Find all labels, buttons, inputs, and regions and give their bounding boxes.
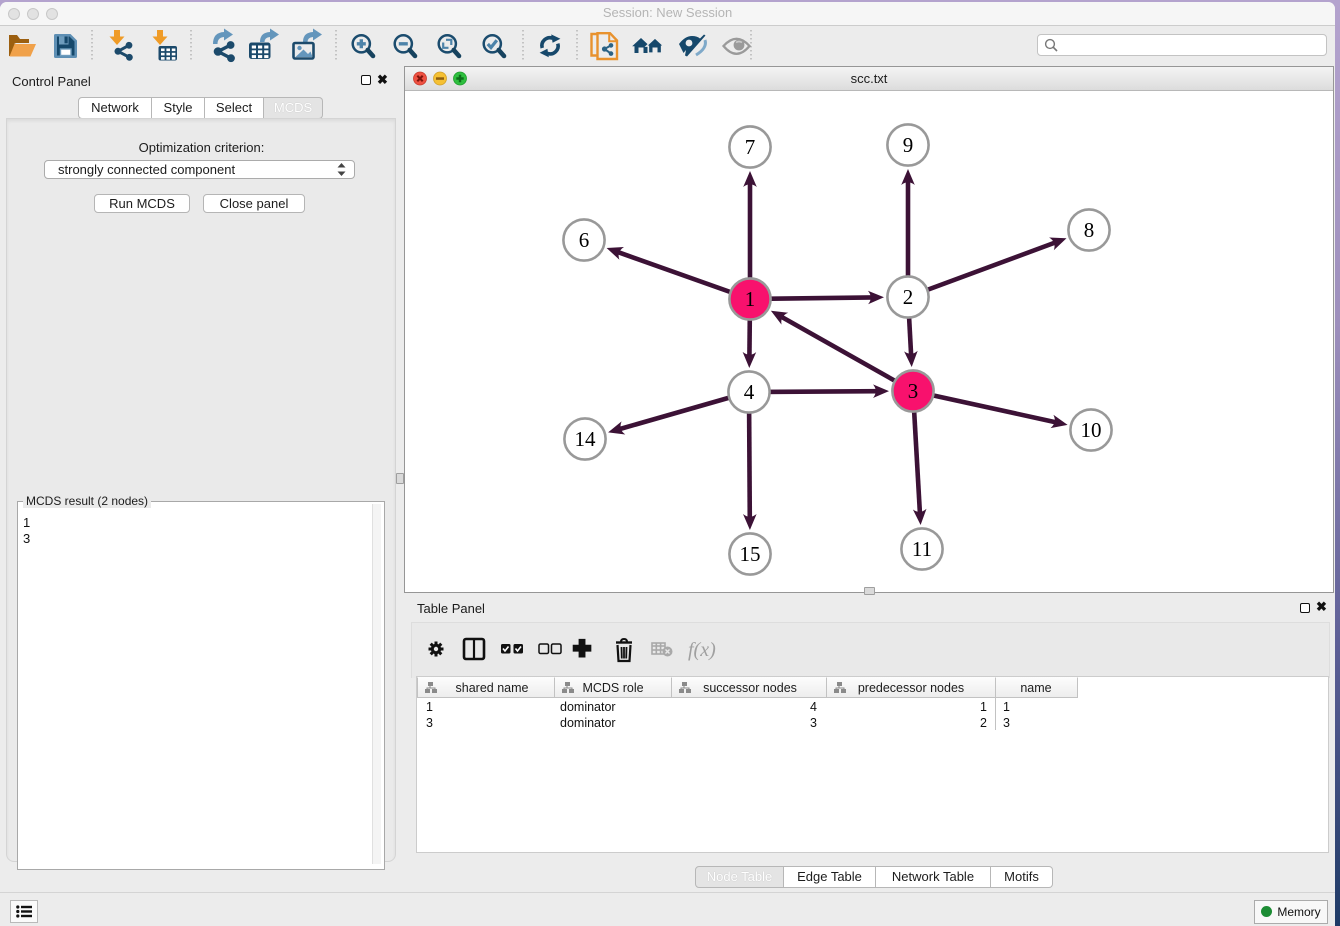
svg-text:3: 3: [426, 716, 433, 730]
svg-text:6: 6: [579, 228, 590, 252]
svg-text:11: 11: [912, 537, 932, 561]
svg-text:4: 4: [810, 700, 817, 714]
svg-text:9: 9: [903, 133, 914, 157]
svg-text:dominator: dominator: [560, 716, 616, 730]
svg-text:10: 10: [1081, 418, 1102, 442]
svg-text:2: 2: [903, 285, 914, 309]
svg-text:15: 15: [740, 542, 761, 566]
svg-text:successor nodes: successor nodes: [703, 681, 797, 695]
svg-text:name: name: [1020, 681, 1051, 695]
svg-text:7: 7: [745, 135, 756, 159]
svg-text:shared name: shared name: [456, 681, 529, 695]
svg-text:predecessor nodes: predecessor nodes: [858, 681, 964, 695]
svg-text:1: 1: [980, 700, 987, 714]
svg-text:MCDS role: MCDS role: [582, 681, 643, 695]
svg-text:4: 4: [744, 380, 755, 404]
svg-text:dominator: dominator: [560, 700, 616, 714]
svg-text:14: 14: [575, 427, 597, 451]
svg-text:3: 3: [1003, 716, 1010, 730]
svg-text:1: 1: [745, 287, 756, 311]
svg-text:8: 8: [1084, 218, 1095, 242]
svg-text:2: 2: [980, 716, 987, 730]
svg-text:1: 1: [426, 700, 433, 714]
svg-text:3: 3: [810, 716, 817, 730]
svg-text:f(x): f(x): [688, 639, 716, 661]
svg-text:3: 3: [908, 379, 919, 403]
svg-text:1: 1: [1003, 700, 1010, 714]
